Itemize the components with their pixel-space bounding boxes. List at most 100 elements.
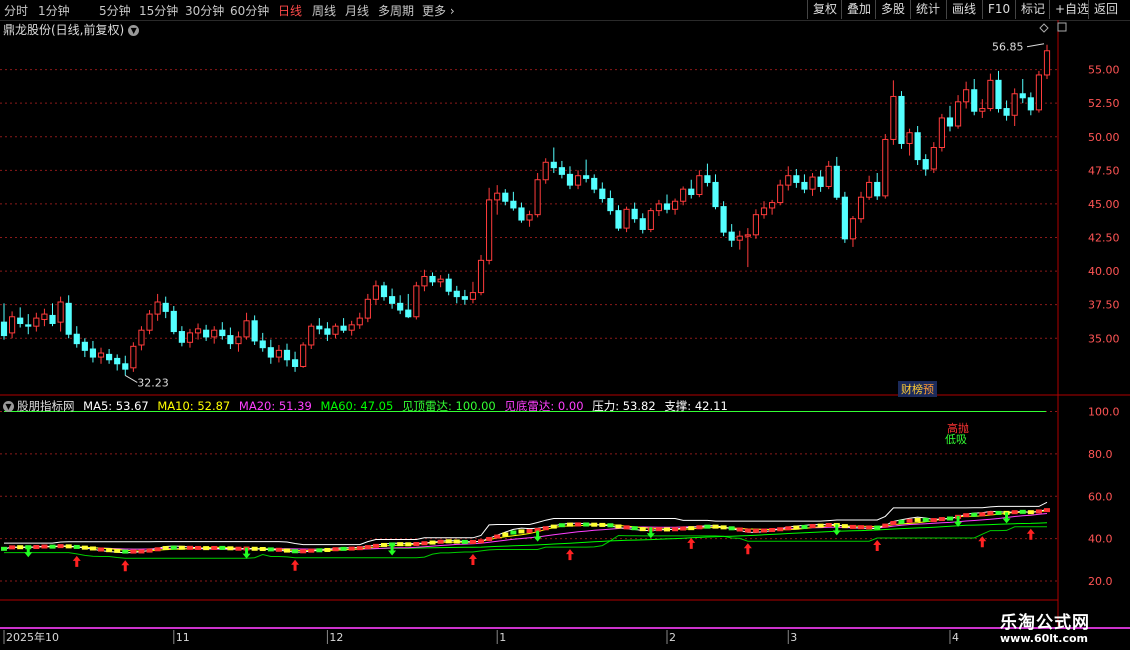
candle-body	[736, 235, 743, 241]
candle-body	[647, 210, 654, 230]
chevron-down-icon[interactable]: ▼	[3, 401, 14, 412]
signal-block	[219, 545, 226, 550]
candle-body	[332, 325, 339, 335]
candle-body	[219, 329, 226, 337]
y-tick-label: 47.50	[1088, 164, 1120, 177]
signal-block	[316, 548, 323, 553]
candle-body	[154, 301, 161, 315]
indicator-series	[1, 410, 1050, 572]
signal-block	[1019, 509, 1026, 514]
signal-block	[195, 545, 202, 550]
candle-body	[760, 207, 768, 216]
signal-block	[267, 547, 274, 552]
candle-body	[397, 302, 404, 311]
candle-body	[340, 325, 347, 331]
candle-body	[1043, 50, 1051, 76]
candle-body	[591, 177, 598, 190]
signal-block	[130, 549, 137, 554]
candle-body	[526, 214, 533, 221]
x-tick-label: 12	[329, 631, 343, 644]
candle-body	[963, 89, 970, 103]
signal-block	[801, 524, 808, 529]
candle-body	[186, 332, 194, 343]
high-marker-line	[1026, 43, 1045, 48]
signal-block	[292, 549, 299, 554]
candle-body	[574, 175, 582, 186]
signal-block	[178, 545, 185, 550]
candle-body	[785, 175, 792, 186]
y-tick-label: 40.0	[1088, 533, 1113, 546]
signal-block	[332, 547, 339, 552]
signal-block	[1, 546, 7, 551]
signal-block	[736, 527, 743, 532]
signal-block	[33, 545, 40, 550]
candle-body	[615, 210, 622, 229]
candle-body	[688, 188, 695, 196]
signal-block	[502, 532, 509, 537]
candle-body	[259, 340, 266, 349]
candle-body	[57, 301, 64, 323]
candle-body	[534, 179, 541, 216]
candle-body	[898, 95, 905, 144]
ma20-line	[3, 513, 1048, 550]
candle-body	[1027, 97, 1034, 111]
signal-block	[526, 529, 533, 534]
candle-body	[0, 321, 8, 337]
signal-block	[550, 524, 557, 529]
signal-block	[486, 536, 493, 541]
candle-body	[308, 325, 315, 346]
signal-block	[866, 525, 873, 530]
signal-block	[963, 513, 970, 518]
axis-labels: 35.00 37.50 40.00 42.50 45.00 47.50 50.00 52.50…	[6, 41, 1120, 644]
candle-body	[73, 333, 80, 345]
candle-body	[65, 302, 72, 335]
signal-block	[300, 549, 307, 554]
candle-body	[461, 296, 468, 300]
signal-block	[364, 545, 371, 550]
candle-body	[348, 324, 355, 331]
signal-block	[922, 517, 929, 522]
signal-block	[437, 539, 444, 544]
signal-block	[971, 512, 978, 517]
candle-body	[445, 278, 452, 292]
buy-arrow	[1026, 528, 1035, 540]
signal-block	[57, 544, 64, 549]
candle-body	[372, 285, 380, 300]
chart-canvas[interactable]: 35.00 37.50 40.00 42.50 45.00 47.50 50.00 52.50…	[0, 0, 1130, 650]
candle-body	[680, 188, 687, 202]
candle-body	[356, 317, 363, 326]
candle-body	[809, 176, 816, 190]
signal-block	[938, 517, 945, 522]
signal-block	[761, 528, 768, 533]
candle-body	[890, 95, 897, 140]
signal-block	[381, 542, 388, 547]
candle-body	[841, 196, 848, 240]
candle-body	[979, 108, 986, 112]
signal-block	[704, 524, 711, 529]
caibang-badge[interactable]: 财榜预	[898, 381, 937, 397]
candle-body	[194, 328, 202, 334]
y-tick-label: 52.50	[1088, 97, 1120, 110]
signal-block	[583, 522, 590, 527]
signal-block	[9, 545, 16, 550]
buy-arrow	[743, 543, 752, 555]
signal-block	[1035, 509, 1042, 514]
signal-block	[162, 546, 169, 551]
signal-block	[655, 527, 662, 532]
candle-body	[938, 117, 945, 149]
candle-body	[857, 196, 865, 220]
candle-body	[178, 331, 185, 343]
candle-body	[946, 117, 954, 127]
candle-body	[429, 275, 436, 283]
y-tick-label: 45.00	[1088, 198, 1120, 211]
candle-body	[874, 181, 881, 197]
signal-block	[510, 530, 517, 535]
candle-body	[122, 363, 129, 370]
candle-body	[720, 206, 727, 233]
candle-body	[971, 89, 978, 112]
candle-body	[380, 285, 388, 298]
y-tick-label: 100.0	[1088, 405, 1120, 418]
candle-body	[138, 329, 145, 346]
candle-body	[389, 296, 396, 304]
signal-block	[890, 521, 897, 526]
